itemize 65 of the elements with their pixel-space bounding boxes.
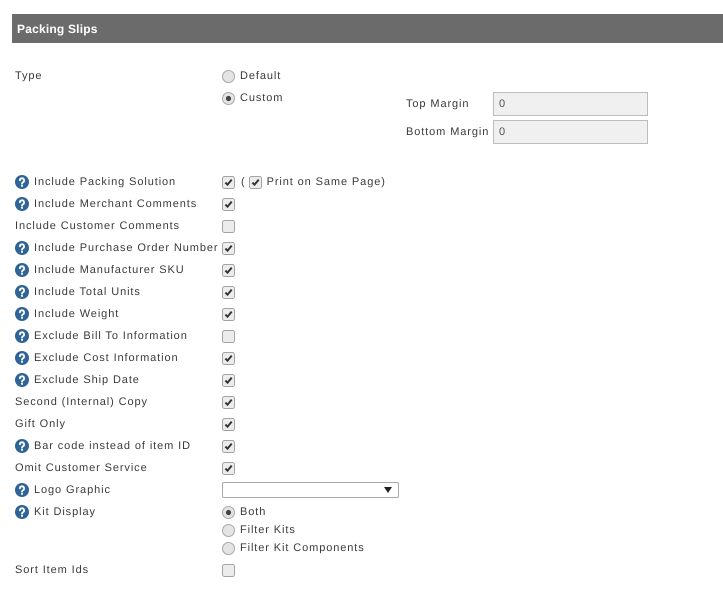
margin-input[interactable]: 0	[493, 120, 648, 144]
field-label: Bar code instead of item ID	[34, 440, 191, 452]
option-label: Print on Same Page)	[266, 176, 386, 188]
checkbox[interactable]	[222, 198, 235, 210]
checkbox[interactable]	[222, 286, 235, 298]
option-label: Filter Kits	[240, 524, 296, 536]
field-label: Include Weight	[34, 308, 120, 320]
help-icon[interactable]	[15, 175, 29, 189]
checkbox[interactable]	[222, 308, 235, 320]
radio-button[interactable]	[222, 524, 235, 536]
field-label: Second (Internal) Copy	[15, 396, 148, 408]
checkbox[interactable]	[222, 396, 235, 408]
help-icon[interactable]	[15, 329, 29, 343]
field-label: Include Purchase Order Number	[34, 242, 218, 254]
field-label: Include Customer Comments	[15, 220, 180, 232]
checkbox[interactable]	[222, 462, 235, 474]
radio-button[interactable]	[222, 506, 235, 518]
option-label: Filter Kit Components	[240, 542, 365, 554]
option-label: Default	[240, 70, 282, 82]
field-label: Bottom Margin	[406, 126, 490, 138]
help-icon[interactable]	[15, 439, 29, 453]
help-icon[interactable]	[15, 307, 29, 321]
field-label: Exclude Cost Information	[34, 352, 178, 364]
help-icon[interactable]	[15, 373, 29, 387]
help-icon[interactable]	[15, 505, 29, 519]
checkbox[interactable]	[222, 440, 235, 452]
field-label: Exclude Bill To Information	[34, 330, 188, 342]
checkbox[interactable]	[222, 418, 235, 430]
checkbox[interactable]	[222, 242, 235, 254]
field-label: Include Manufacturer SKU	[34, 264, 185, 276]
field-label: Gift Only	[15, 418, 66, 430]
checkbox[interactable]	[248, 176, 262, 188]
checkbox[interactable]	[222, 352, 235, 364]
radio-button[interactable]	[222, 92, 235, 104]
field-label: Include Merchant Comments	[34, 198, 198, 210]
help-icon[interactable]	[15, 197, 29, 211]
field-label: Include Total Units	[34, 286, 141, 298]
help-icon[interactable]	[15, 263, 29, 277]
field-label: Logo Graphic	[34, 484, 111, 496]
checkbox[interactable]	[222, 220, 235, 232]
help-icon[interactable]	[15, 351, 29, 365]
field-label: Omit Customer Service	[15, 462, 148, 474]
field-label: Kit Display	[34, 506, 96, 518]
checkbox[interactable]	[222, 564, 235, 576]
field-label: Top Margin	[406, 98, 470, 110]
checkbox[interactable]	[222, 176, 235, 188]
field-label: Type	[15, 70, 42, 82]
option-label: Custom	[240, 92, 284, 104]
option-label: Both	[240, 506, 266, 518]
help-icon[interactable]	[15, 285, 29, 299]
checkbox[interactable]	[222, 330, 235, 342]
help-icon[interactable]	[15, 241, 29, 255]
margin-input[interactable]: 0	[493, 92, 648, 116]
dropdown-field[interactable]	[222, 482, 399, 498]
caret-icon	[384, 487, 392, 493]
section-title: Packing Slips	[17, 22, 98, 36]
radio-button[interactable]	[222, 542, 235, 554]
field-label: Sort Item Ids	[15, 564, 90, 576]
checkbox[interactable]	[222, 264, 235, 276]
radio-button[interactable]	[222, 70, 235, 82]
help-icon[interactable]	[15, 483, 29, 497]
field-label: Include Packing Solution	[34, 176, 176, 188]
parenthesis-text: (	[241, 176, 246, 188]
checkbox[interactable]	[222, 374, 235, 386]
field-label: Exclude Ship Date	[34, 374, 140, 386]
